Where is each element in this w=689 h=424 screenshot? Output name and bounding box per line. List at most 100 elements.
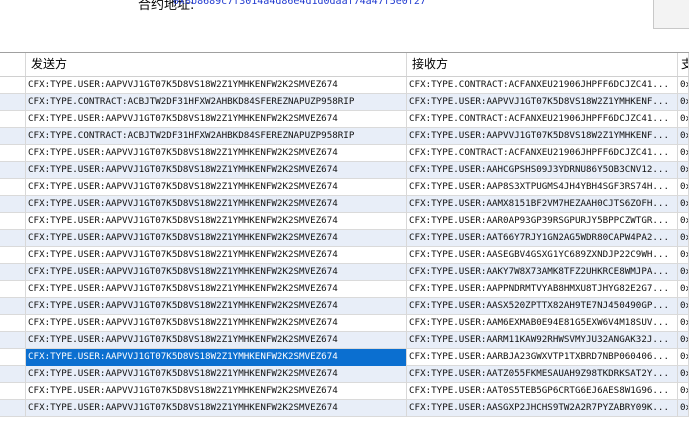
receiver-cell[interactable]: CFX:TYPE.USER:AASGXP2JHCHS9TW2A2R7PYZABR…: [407, 400, 678, 417]
column-header-row-index[interactable]: [0, 53, 26, 76]
sender-cell[interactable]: CFX:TYPE.USER:AAPVVJ1GT07K5D8VS18W2Z1YMH…: [26, 213, 407, 230]
table-row[interactable]: CFX:TYPE.USER:AAPVVJ1GT07K5D8VS18W2Z1YMH…: [0, 298, 689, 315]
receiver-cell[interactable]: CFX:TYPE.USER:AATZ055FKMESAUAH9Z98TKDRKS…: [407, 366, 678, 383]
amount-cell[interactable]: 0x: [678, 315, 689, 332]
receiver-cell[interactable]: CFX:TYPE.CONTRACT:ACFANXEU21906JHPFF6DCJ…: [407, 145, 678, 162]
amount-cell[interactable]: 0x: [678, 281, 689, 298]
amount-cell[interactable]: 0x: [678, 332, 689, 349]
sender-cell[interactable]: CFX:TYPE.USER:AAPVVJ1GT07K5D8VS18W2Z1YMH…: [26, 230, 407, 247]
receiver-cell[interactable]: CFX:TYPE.USER:AAT66Y7RJY1GN2AG5WDR80CAPW…: [407, 230, 678, 247]
row-index-cell[interactable]: [0, 111, 26, 128]
contract-address-value[interactable]: 0x8b8689c7f3014a4d86e4d1d0daaf74a47f5e0f…: [173, 0, 426, 7]
receiver-cell[interactable]: CFX:TYPE.USER:AAHCGPSHS09J3YDRNU86Y5OB3C…: [407, 162, 678, 179]
sender-cell[interactable]: CFX:TYPE.USER:AAPVVJ1GT07K5D8VS18W2Z1YMH…: [26, 196, 407, 213]
receiver-cell[interactable]: CFX:TYPE.USER:AAT0S5TEB5GP6CRTG6EJ6AES8W…: [407, 383, 678, 400]
amount-cell[interactable]: 0x: [678, 349, 689, 366]
amount-cell[interactable]: 0x: [678, 162, 689, 179]
amount-cell[interactable]: 0x: [678, 230, 689, 247]
amount-cell[interactable]: 0x: [678, 179, 689, 196]
table-row[interactable]: CFX:TYPE.USER:AAPVVJ1GT07K5D8VS18W2Z1YMH…: [0, 315, 689, 332]
receiver-cell[interactable]: CFX:TYPE.USER:AAPVVJ1GT07K5D8VS18W2Z1YMH…: [407, 128, 678, 145]
row-index-cell[interactable]: [0, 281, 26, 298]
sender-cell[interactable]: CFX:TYPE.USER:AAPVVJ1GT07K5D8VS18W2Z1YMH…: [26, 247, 407, 264]
table-row[interactable]: CFX:TYPE.USER:AAPVVJ1GT07K5D8VS18W2Z1YMH…: [0, 196, 689, 213]
table-row[interactable]: CFX:TYPE.USER:AAPVVJ1GT07K5D8VS18W2Z1YMH…: [0, 366, 689, 383]
table-row[interactable]: CFX:TYPE.USER:AAPVVJ1GT07K5D8VS18W2Z1YMH…: [0, 247, 689, 264]
sender-cell[interactable]: CFX:TYPE.USER:AAPVVJ1GT07K5D8VS18W2Z1YMH…: [26, 162, 407, 179]
receiver-cell[interactable]: CFX:TYPE.USER:AARBJA23GWXVTP1TXBRD7NBP06…: [407, 349, 678, 366]
sender-cell[interactable]: CFX:TYPE.USER:AAPVVJ1GT07K5D8VS18W2Z1YMH…: [26, 383, 407, 400]
receiver-cell[interactable]: CFX:TYPE.USER:AAPPNDRMTVYAB8HMXU8TJHYG82…: [407, 281, 678, 298]
table-row[interactable]: CFX:TYPE.USER:AAPVVJ1GT07K5D8VS18W2Z1YMH…: [0, 230, 689, 247]
table-row[interactable]: CFX:TYPE.USER:AAPVVJ1GT07K5D8VS18W2Z1YMH…: [0, 349, 689, 366]
sender-cell[interactable]: CFX:TYPE.USER:AAPVVJ1GT07K5D8VS18W2Z1YMH…: [26, 281, 407, 298]
receiver-cell[interactable]: CFX:TYPE.USER:AASX520ZPTTX82AH9TE7NJ4504…: [407, 298, 678, 315]
amount-cell[interactable]: 0x: [678, 247, 689, 264]
amount-cell[interactable]: 0x: [678, 94, 689, 111]
receiver-cell[interactable]: CFX:TYPE.USER:AAPVVJ1GT07K5D8VS18W2Z1YMH…: [407, 94, 678, 111]
column-header-sender[interactable]: 发送方: [26, 53, 407, 76]
table-row[interactable]: CFX:TYPE.USER:AAPVVJ1GT07K5D8VS18W2Z1YMH…: [0, 332, 689, 349]
column-header-receiver[interactable]: 接收方: [407, 53, 678, 76]
sender-cell[interactable]: CFX:TYPE.USER:AAPVVJ1GT07K5D8VS18W2Z1YMH…: [26, 315, 407, 332]
row-index-cell[interactable]: [0, 179, 26, 196]
sender-cell[interactable]: CFX:TYPE.USER:AAPVVJ1GT07K5D8VS18W2Z1YMH…: [26, 400, 407, 417]
row-index-cell[interactable]: [0, 128, 26, 145]
sender-cell[interactable]: CFX:TYPE.USER:AAPVVJ1GT07K5D8VS18W2Z1YMH…: [26, 179, 407, 196]
table-row[interactable]: CFX:TYPE.USER:AAPVVJ1GT07K5D8VS18W2Z1YMH…: [0, 383, 689, 400]
receiver-cell[interactable]: CFX:TYPE.USER:AAP8S3XTPUGMS4JH4YBH4SGF3R…: [407, 179, 678, 196]
receiver-cell[interactable]: CFX:TYPE.USER:AAR0AP93GP39RSGPURJY5BPPCZ…: [407, 213, 678, 230]
table-row[interactable]: CFX:TYPE.CONTRACT:ACBJTW2DF31HFXW2AHBKD8…: [0, 128, 689, 145]
row-index-cell[interactable]: [0, 383, 26, 400]
sender-cell[interactable]: CFX:TYPE.USER:AAPVVJ1GT07K5D8VS18W2Z1YMH…: [26, 298, 407, 315]
row-index-cell[interactable]: [0, 162, 26, 179]
receiver-cell[interactable]: CFX:TYPE.USER:AASEGBV4GSXG1YC689ZXNDJP22…: [407, 247, 678, 264]
row-index-cell[interactable]: [0, 264, 26, 281]
row-index-cell[interactable]: [0, 315, 26, 332]
sender-cell[interactable]: CFX:TYPE.USER:AAPVVJ1GT07K5D8VS18W2Z1YMH…: [26, 366, 407, 383]
amount-cell[interactable]: 0x: [678, 145, 689, 162]
row-index-cell[interactable]: [0, 400, 26, 417]
row-index-cell[interactable]: [0, 213, 26, 230]
sender-cell[interactable]: CFX:TYPE.CONTRACT:ACBJTW2DF31HFXW2AHBKD8…: [26, 94, 407, 111]
table-row[interactable]: CFX:TYPE.USER:AAPVVJ1GT07K5D8VS18W2Z1YMH…: [0, 281, 689, 298]
table-row[interactable]: CFX:TYPE.USER:AAPVVJ1GT07K5D8VS18W2Z1YMH…: [0, 111, 689, 128]
table-row[interactable]: CFX:TYPE.USER:AAPVVJ1GT07K5D8VS18W2Z1YMH…: [0, 145, 689, 162]
receiver-cell[interactable]: CFX:TYPE.USER:AAKY7W8X73AMK8TFZ2UHKRCE8W…: [407, 264, 678, 281]
table-row[interactable]: CFX:TYPE.USER:AAPVVJ1GT07K5D8VS18W2Z1YMH…: [0, 179, 689, 196]
table-row[interactable]: CFX:TYPE.USER:AAPVVJ1GT07K5D8VS18W2Z1YMH…: [0, 400, 689, 417]
amount-cell[interactable]: 0x: [678, 213, 689, 230]
amount-cell[interactable]: 0x: [678, 383, 689, 400]
receiver-cell[interactable]: CFX:TYPE.USER:AAMX8151BF2VM7HEZAAH0CJTS6…: [407, 196, 678, 213]
amount-cell[interactable]: 0x: [678, 196, 689, 213]
table-row[interactable]: CFX:TYPE.USER:AAPVVJ1GT07K5D8VS18W2Z1YMH…: [0, 213, 689, 230]
row-index-cell[interactable]: [0, 247, 26, 264]
sender-cell[interactable]: CFX:TYPE.USER:AAPVVJ1GT07K5D8VS18W2Z1YMH…: [26, 264, 407, 281]
sender-cell[interactable]: CFX:TYPE.USER:AAPVVJ1GT07K5D8VS18W2Z1YMH…: [26, 77, 407, 94]
row-index-cell[interactable]: [0, 366, 26, 383]
amount-cell[interactable]: 0x: [678, 366, 689, 383]
receiver-cell[interactable]: CFX:TYPE.CONTRACT:ACFANXEU21906JHPFF6DCJ…: [407, 77, 678, 94]
table-row[interactable]: CFX:TYPE.USER:AAPVVJ1GT07K5D8VS18W2Z1YMH…: [0, 162, 689, 179]
amount-cell[interactable]: 0x: [678, 264, 689, 281]
amount-cell[interactable]: 0x: [678, 400, 689, 417]
row-index-cell[interactable]: [0, 230, 26, 247]
row-index-cell[interactable]: [0, 332, 26, 349]
amount-cell[interactable]: 0x: [678, 77, 689, 94]
sender-cell[interactable]: CFX:TYPE.USER:AAPVVJ1GT07K5D8VS18W2Z1YMH…: [26, 349, 407, 366]
row-index-cell[interactable]: [0, 77, 26, 94]
sender-cell[interactable]: CFX:TYPE.USER:AAPVVJ1GT07K5D8VS18W2Z1YMH…: [26, 332, 407, 349]
sender-cell[interactable]: CFX:TYPE.CONTRACT:ACBJTW2DF31HFXW2AHBKD8…: [26, 128, 407, 145]
row-index-cell[interactable]: [0, 94, 26, 111]
row-index-cell[interactable]: [0, 298, 26, 315]
receiver-cell[interactable]: CFX:TYPE.USER:AAM6EXMAB0E94E81G5EXW6V4M1…: [407, 315, 678, 332]
table-row[interactable]: CFX:TYPE.CONTRACT:ACBJTW2DF31HFXW2AHBKD8…: [0, 94, 689, 111]
amount-cell[interactable]: 0x: [678, 128, 689, 145]
table-row[interactable]: CFX:TYPE.USER:AAPVVJ1GT07K5D8VS18W2Z1YMH…: [0, 264, 689, 281]
table-row[interactable]: CFX:TYPE.USER:AAPVVJ1GT07K5D8VS18W2Z1YMH…: [0, 77, 689, 94]
sender-cell[interactable]: CFX:TYPE.USER:AAPVVJ1GT07K5D8VS18W2Z1YMH…: [26, 145, 407, 162]
sender-cell[interactable]: CFX:TYPE.USER:AAPVVJ1GT07K5D8VS18W2Z1YMH…: [26, 111, 407, 128]
column-header-amount[interactable]: 支: [678, 53, 689, 76]
receiver-cell[interactable]: CFX:TYPE.USER:AARM11KAW92RHWSVMYJU32ANGA…: [407, 332, 678, 349]
row-index-cell[interactable]: [0, 349, 26, 366]
